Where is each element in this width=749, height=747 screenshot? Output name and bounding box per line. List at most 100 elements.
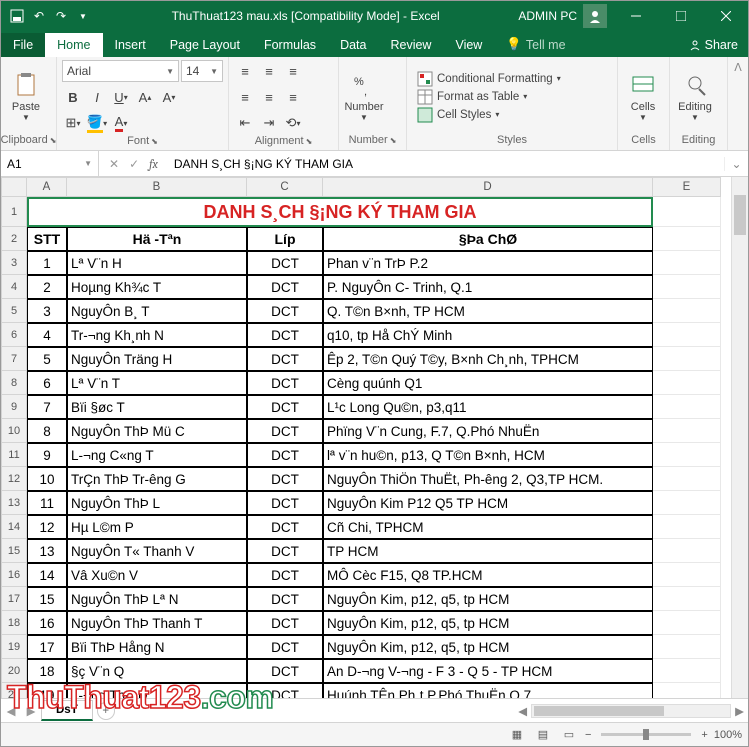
cell-addr[interactable]: Phan v¨n TrÞ P.2 (323, 251, 653, 275)
zoom-out-button[interactable]: − (585, 729, 591, 741)
cell-stt[interactable]: 12 (27, 515, 67, 539)
cell-addr[interactable]: Cñ Chi, TPHCM (323, 515, 653, 539)
cell-addr[interactable]: NguyÔn Kim, p12, q5, tp HCM (323, 587, 653, 611)
indent-decrease[interactable]: ⇤ (234, 112, 256, 134)
tab-review[interactable]: Review (378, 33, 443, 57)
row-header[interactable]: 8 (1, 371, 27, 395)
cell-lip[interactable]: DCT (247, 275, 323, 299)
cell-addr[interactable]: q10, tp Hå ChÝ Minh (323, 323, 653, 347)
row-header[interactable]: 14 (1, 515, 27, 539)
close-button[interactable] (703, 1, 748, 31)
cell-stt[interactable]: 9 (27, 443, 67, 467)
cell-styles-button[interactable]: Cell Styles▾ (417, 107, 561, 123)
tab-home[interactable]: Home (45, 33, 102, 57)
row-header[interactable]: 12 (1, 467, 27, 491)
zoom-slider[interactable] (601, 733, 691, 736)
cell-addr[interactable]: Q. T©n B×nh, TP HCM (323, 299, 653, 323)
cell-lip[interactable]: DCT (247, 299, 323, 323)
row-header[interactable]: 21 (1, 683, 27, 698)
cell-stt[interactable]: 14 (27, 563, 67, 587)
cell-lip[interactable]: DCT (247, 611, 323, 635)
row-header[interactable]: 7 (1, 347, 27, 371)
normal-view-icon[interactable]: ▦ (507, 726, 527, 744)
cell-name[interactable]: NguyÔn T« Thanh V (67, 539, 247, 563)
row-header[interactable]: 20 (1, 659, 27, 683)
cell-addr[interactable]: L¹c Long Qu©n, p3,q11 (323, 395, 653, 419)
font-color-button[interactable]: A▾ (110, 112, 132, 134)
cell-stt[interactable]: 11 (27, 491, 67, 515)
share-button[interactable]: Share (689, 38, 738, 52)
cell-lip[interactable]: DCT (247, 323, 323, 347)
row-header[interactable]: 13 (1, 491, 27, 515)
cell-name[interactable]: NguyÔn ThÞ Thanh T (67, 611, 247, 635)
zoom-in-button[interactable]: + (701, 729, 707, 741)
row-header[interactable]: 2 (1, 227, 27, 251)
cell-stt[interactable]: 15 (27, 587, 67, 611)
cell-lip[interactable]: DCT (247, 587, 323, 611)
maximize-button[interactable] (658, 1, 703, 31)
expand-formula-bar-icon[interactable]: ⌄ (724, 157, 748, 171)
cell-lip[interactable]: DCT (247, 395, 323, 419)
sheet-nav-next-icon[interactable]: ▶ (21, 704, 41, 718)
underline-button[interactable]: U▾ (110, 86, 132, 108)
formula-input[interactable] (168, 157, 724, 171)
align-left[interactable]: ≡ (234, 86, 256, 108)
row-header[interactable]: 1 (1, 197, 27, 227)
undo-icon[interactable]: ↶ (31, 8, 47, 24)
cell-lip[interactable]: DCT (247, 635, 323, 659)
row-header[interactable]: 5 (1, 299, 27, 323)
cell-name[interactable]: L-¬ng C«ng T (67, 443, 247, 467)
cell-stt[interactable]: 18 (27, 659, 67, 683)
conditional-formatting-button[interactable]: Conditional Formatting▾ (417, 71, 561, 87)
horizontal-scrollbar[interactable]: ◀ ▶ (115, 704, 748, 718)
tab-file[interactable]: File (1, 33, 45, 57)
name-box[interactable]: A1▼ (1, 151, 99, 176)
row-header[interactable]: 15 (1, 539, 27, 563)
align-bottom[interactable]: ≡ (282, 60, 304, 82)
row-header[interactable]: 9 (1, 395, 27, 419)
col-header-C[interactable]: C (247, 177, 323, 197)
cell-name[interactable]: Lª V¨n T (67, 371, 247, 395)
cells-button[interactable]: Cells▼ (622, 63, 664, 131)
redo-icon[interactable]: ↷ (53, 8, 69, 24)
cell-stt[interactable]: 4 (27, 323, 67, 347)
align-middle[interactable]: ≡ (258, 60, 280, 82)
format-as-table-button[interactable]: Format as Table▾ (417, 89, 561, 105)
tab-view[interactable]: View (443, 33, 494, 57)
cell-addr[interactable]: lª v¨n hu©n, p13, Q T©n B×nh, HCM (323, 443, 653, 467)
cell-lip[interactable]: DCT (247, 467, 323, 491)
col-header-D[interactable]: D (323, 177, 653, 197)
enter-formula-icon[interactable]: ✓ (129, 157, 139, 171)
row-header[interactable]: 4 (1, 275, 27, 299)
cell-lip[interactable]: DCT (247, 539, 323, 563)
cell-name[interactable]: NguyÔn Träng H (67, 347, 247, 371)
paste-button[interactable]: Paste▼ (5, 63, 47, 131)
cell-addr[interactable]: An D-¬ng V-¬ng - F 3 - Q 5 - TP HCM (323, 659, 653, 683)
fx-icon[interactable]: fx (149, 157, 158, 171)
cell-addr[interactable]: NguyÔn ThiÖn ThuËt, Ph-êng 2, Q3,TP HCM. (323, 467, 653, 491)
cell-name[interactable]: NguyÔn B¸ T (67, 299, 247, 323)
sheet-nav-prev-icon[interactable]: ◀ (1, 704, 21, 718)
zoom-level[interactable]: 100% (714, 729, 742, 741)
tab-insert[interactable]: Insert (103, 33, 158, 57)
col-header-E[interactable]: E (653, 177, 721, 197)
cell-stt[interactable]: 5 (27, 347, 67, 371)
sheet-tab[interactable]: DsT (41, 700, 93, 721)
cell-stt[interactable]: 2 (27, 275, 67, 299)
title-cell[interactable]: DANH S¸CH §¡NG KÝ THAM GIA (27, 197, 653, 227)
user-avatar-icon[interactable] (583, 4, 607, 28)
border-button[interactable]: ⊞▾ (62, 112, 84, 134)
cell-addr[interactable]: MÔ Cèc F15, Q8 TP.HCM (323, 563, 653, 587)
cell-name[interactable]: L-¬ng ThÞ D (67, 683, 247, 698)
row-header[interactable]: 6 (1, 323, 27, 347)
font-size-combo[interactable]: 14▼ (181, 60, 223, 82)
indent-increase[interactable]: ⇥ (258, 112, 280, 134)
cell-stt[interactable]: 8 (27, 419, 67, 443)
cell-name[interactable]: NguyÔn ThÞ Mü C (67, 419, 247, 443)
qat-more-icon[interactable]: ▼ (75, 8, 91, 24)
row-header[interactable]: 17 (1, 587, 27, 611)
cell-lip[interactable]: DCT (247, 443, 323, 467)
spreadsheet[interactable]: ABCDE1DANH S¸CH §¡NG KÝ THAM GIA2STTHä -… (1, 177, 748, 698)
row-header[interactable]: 19 (1, 635, 27, 659)
cell-name[interactable]: Lª V¨n H (67, 251, 247, 275)
